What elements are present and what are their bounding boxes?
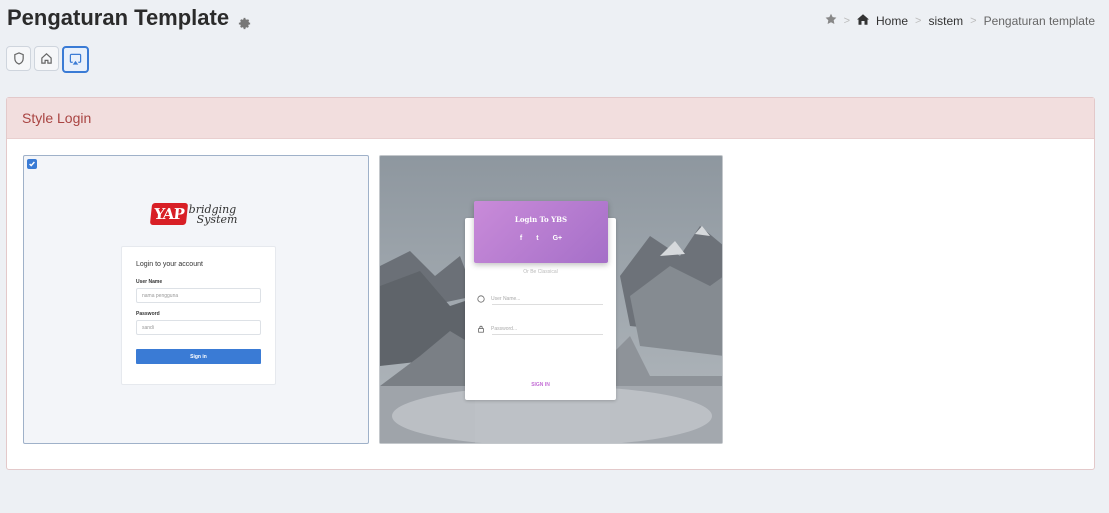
breadcrumb-sistem[interactable]: sistem bbox=[928, 14, 963, 28]
sign-in-button: Sign in bbox=[136, 349, 261, 364]
home-button[interactable] bbox=[34, 46, 59, 71]
password-label: Password bbox=[136, 311, 160, 317]
breadcrumb-separator: > bbox=[970, 14, 977, 27]
airplay-icon bbox=[69, 53, 82, 65]
username-placeholder: User Name... bbox=[491, 295, 521, 302]
breadcrumb-separator: > bbox=[843, 14, 851, 27]
selected-check-icon[interactable] bbox=[27, 159, 37, 169]
login-card-title: Login to your account bbox=[136, 261, 203, 268]
breadcrumb-current: Pengaturan template bbox=[983, 13, 1095, 28]
login-card-title: Login To YBS bbox=[514, 215, 568, 224]
template-option-1[interactable]: YAP bridging System Login to your accoun… bbox=[23, 155, 369, 444]
facebook-icon: f bbox=[519, 235, 523, 242]
shield-icon bbox=[13, 52, 24, 65]
breadcrumb-separator: > bbox=[915, 14, 922, 27]
password-field: sandi bbox=[136, 320, 261, 335]
password-placeholder: Password... bbox=[491, 325, 518, 332]
app-logo: YAP bridging System bbox=[149, 203, 238, 226]
panel-header: Style Login bbox=[7, 98, 1094, 139]
page-title: Pengaturan Template bbox=[7, 5, 252, 31]
star-icon[interactable] bbox=[825, 13, 837, 28]
home-icon bbox=[41, 53, 52, 64]
login-card-header: Login To YBS f t G+ bbox=[474, 201, 608, 263]
field-underline bbox=[492, 334, 603, 335]
username-field: User Name... bbox=[477, 292, 603, 305]
sign-in-button: SIGN IN bbox=[531, 382, 550, 388]
airplay-button[interactable] bbox=[62, 46, 89, 73]
password-field: Password... bbox=[477, 322, 603, 335]
shield-button[interactable] bbox=[6, 46, 31, 71]
logo-wordmark: bridging System bbox=[189, 204, 238, 226]
face-icon bbox=[477, 294, 485, 303]
login-preview-card: Login to your account User Name nama pen… bbox=[121, 246, 276, 385]
breadcrumb: > Home > sistem > Pengaturan template bbox=[825, 13, 1095, 28]
logo-mark: YAP bbox=[149, 203, 188, 225]
lock-icon bbox=[478, 325, 484, 333]
field-underline bbox=[492, 304, 603, 305]
home-icon bbox=[857, 13, 870, 28]
breadcrumb-home[interactable]: Home bbox=[876, 14, 908, 28]
username-label: User Name bbox=[136, 279, 163, 285]
social-icons: f t G+ bbox=[474, 235, 608, 242]
page-title-text: Pengaturan Template bbox=[7, 5, 230, 30]
panel-title: Style Login bbox=[22, 110, 92, 126]
view-toolbar bbox=[6, 46, 89, 73]
gear-icon bbox=[237, 11, 252, 29]
twitter-icon: t bbox=[536, 235, 539, 242]
template-option-2[interactable]: Or Be Classical User Name... Password...… bbox=[379, 155, 723, 444]
google-plus-icon: G+ bbox=[552, 235, 563, 242]
username-field: nama pengguna bbox=[136, 288, 261, 303]
or-classical-text: Or Be Classical bbox=[523, 269, 558, 275]
style-login-panel: Style Login YAP bridging System Login to… bbox=[6, 97, 1095, 470]
logo-line-2: System bbox=[196, 213, 238, 226]
